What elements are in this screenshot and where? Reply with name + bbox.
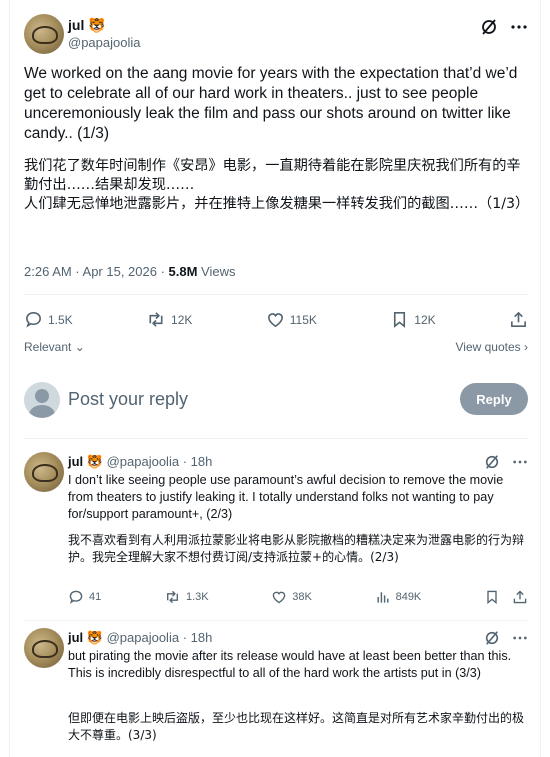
author-handle[interactable]: @papajoolia xyxy=(107,630,179,645)
retweet-icon xyxy=(164,589,181,605)
divider xyxy=(24,620,528,621)
reply-input[interactable]: Post your reply xyxy=(68,389,188,410)
reply-tools xyxy=(484,589,528,605)
share-action[interactable] xyxy=(509,310,528,329)
like-action[interactable]: 38K xyxy=(271,589,312,605)
more-icon[interactable] xyxy=(510,18,528,36)
grok-icon[interactable] xyxy=(484,630,500,646)
author-name[interactable]: jul 🐯 xyxy=(68,454,103,469)
retweet-count: 12K xyxy=(171,312,193,327)
author-handle[interactable]: @papajoolia xyxy=(68,34,140,52)
more-icon[interactable] xyxy=(512,454,528,470)
engagement-bar: 1.5K 12K 115K 12K xyxy=(24,310,528,329)
relevant-label: Relevant xyxy=(24,340,72,354)
reply-tweet[interactable]: jul 🐯 @papajoolia · 18h but pirating the… xyxy=(24,628,528,757)
reply-tweet[interactable]: jul 🐯 @papajoolia · 18h I don’t like see… xyxy=(24,452,528,612)
grok-icon[interactable] xyxy=(480,18,498,36)
reply-time[interactable]: 18h xyxy=(191,454,213,469)
share-icon[interactable] xyxy=(512,589,528,605)
reply-count: 41 xyxy=(89,591,102,603)
bookmark-count: 12K xyxy=(414,312,436,327)
retweet-action[interactable]: 12K xyxy=(146,310,192,329)
reply-action[interactable]: 41 xyxy=(68,589,101,605)
avatar[interactable] xyxy=(24,628,64,668)
reply-text: but pirating the movie after its release… xyxy=(68,649,515,680)
reply-header: jul 🐯 @papajoolia · 18h xyxy=(68,630,212,646)
bookmark-icon[interactable] xyxy=(484,589,500,605)
views-count: 5.8M xyxy=(168,264,198,279)
divider xyxy=(24,294,528,295)
divider xyxy=(24,438,528,439)
reply-translation: 我不喜欢看到有人利用派拉蒙影业将电影从影院撤档的糟糕决定来为泄露电影的行为辩护。… xyxy=(68,533,525,564)
reply-icon xyxy=(24,310,43,329)
share-icon xyxy=(509,310,528,329)
tweet-text: We worked on the aang movie for years wi… xyxy=(24,65,522,142)
avatar[interactable] xyxy=(24,14,64,54)
reply-text: I don’t like seeing people use paramount… xyxy=(68,473,507,521)
reply-button[interactable]: Reply xyxy=(460,383,528,415)
reply-sort-bar: Relevant ⌄ View quotes › xyxy=(24,340,528,354)
reply-time[interactable]: 18h xyxy=(191,630,213,645)
retweet-action[interactable]: 1.3K xyxy=(164,589,209,605)
more-icon[interactable] xyxy=(512,630,528,646)
tweet-translation: 我们花了数年时间制作《安昂》电影，一直期待着能在影院里庆祝我们所有的辛勤付出……… xyxy=(24,158,530,212)
like-count: 38K xyxy=(292,591,312,603)
view-quotes-label: View quotes xyxy=(455,340,521,354)
retweet-count: 1.3K xyxy=(185,591,209,603)
reply-icon xyxy=(68,589,84,605)
author-name[interactable]: jul 🐯 xyxy=(68,16,140,34)
tweet-timestamp[interactable]: 2:26 AM · Apr 15, 2026 · xyxy=(24,264,169,279)
relevant-dropdown[interactable]: Relevant ⌄ xyxy=(24,340,85,354)
views-label: Views xyxy=(197,264,236,279)
chevron-right-icon: › xyxy=(524,340,528,354)
tweet-header: jul 🐯 @papajoolia xyxy=(24,12,528,56)
author-name[interactable]: jul 🐯 xyxy=(68,630,103,645)
bookmark-action[interactable]: 12K xyxy=(390,310,436,329)
chevron-down-icon: ⌄ xyxy=(74,340,85,354)
views-count: 849K xyxy=(395,591,422,603)
retweet-icon xyxy=(146,310,166,329)
grok-icon[interactable] xyxy=(484,454,500,470)
view-quotes-link[interactable]: View quotes › xyxy=(456,340,529,354)
separator: · xyxy=(182,454,188,469)
author-handle[interactable]: @papajoolia xyxy=(107,454,179,469)
avatar[interactable] xyxy=(24,452,64,492)
reply-count: 1.5K xyxy=(48,312,73,327)
reply-translation: 但即便在电影上映后盗版，至少也比现在这样好。这简直是对所有艺术家辛勤付出的极大不… xyxy=(68,711,525,742)
bookmark-icon xyxy=(390,310,409,329)
separator: · xyxy=(182,630,188,645)
like-icon xyxy=(271,589,287,605)
reply-composer: Post your reply Reply xyxy=(24,380,528,420)
reply-action[interactable]: 1.5K xyxy=(24,310,73,329)
tweet-meta: 2:26 AM · Apr 15, 2026 · 5.8M Views xyxy=(24,264,236,279)
views-action[interactable]: 849K xyxy=(375,589,422,605)
like-count: 115K xyxy=(289,312,317,327)
engagement-bar: 41 1.3K 38K 849K xyxy=(68,589,528,605)
user-avatar[interactable] xyxy=(24,382,60,418)
like-icon xyxy=(266,310,285,329)
like-action[interactable]: 115K xyxy=(266,310,317,329)
reply-header: jul 🐯 @papajoolia · 18h xyxy=(68,454,212,470)
views-icon xyxy=(375,589,391,605)
